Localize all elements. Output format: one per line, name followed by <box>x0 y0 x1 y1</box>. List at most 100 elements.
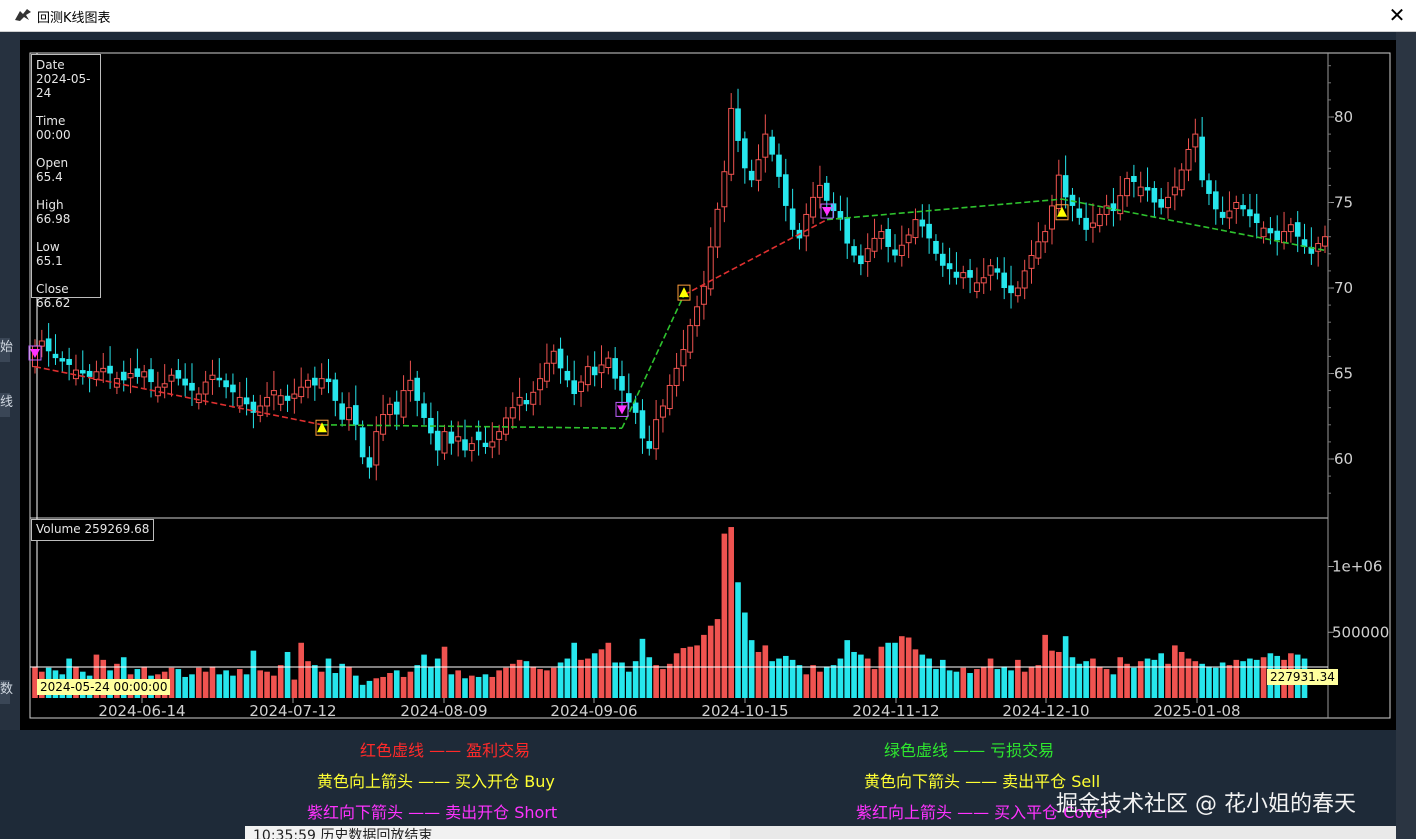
volume-bar-up <box>1124 663 1130 698</box>
volume-bar-up <box>544 670 550 698</box>
volume-bar-up <box>271 675 277 698</box>
volume-bar-down <box>1151 659 1158 698</box>
volume-bar-up <box>264 671 270 698</box>
volume-bar-up <box>1090 658 1096 698</box>
volume-bar-down <box>939 659 946 698</box>
status-bar: 10:35:59 历史数据回放结束 <box>245 826 733 839</box>
volume-bar-down <box>892 642 898 698</box>
high-label: High <box>36 198 64 212</box>
candle-body-up <box>489 441 496 448</box>
volume-bar-down <box>858 654 864 698</box>
candle-body-down <box>591 366 598 376</box>
candle-body-down <box>339 403 345 420</box>
volume-bar-up <box>530 666 537 698</box>
volume-bar-down <box>230 675 236 698</box>
candle-body-down <box>919 219 926 227</box>
candle-body-up <box>509 407 516 419</box>
candle-body-down <box>1158 199 1164 208</box>
volume-bar-up <box>578 659 584 698</box>
volume-bar-up <box>803 674 810 698</box>
volume-bar-up <box>202 671 209 698</box>
candle-body-down <box>182 378 188 386</box>
side-tab-start[interactable]: 始 <box>0 338 13 362</box>
candle-body-down <box>216 377 223 381</box>
volume-bar-up <box>960 667 967 698</box>
candle-body-down <box>120 371 127 381</box>
candle-body-down <box>462 439 468 451</box>
volume-bar-down <box>448 674 455 698</box>
candle-body-up <box>161 383 168 388</box>
volume-bar-up <box>728 527 734 698</box>
candle-body-down <box>1267 228 1274 234</box>
volume-bar-up <box>1056 651 1062 698</box>
volume-bar-down <box>182 676 188 698</box>
candle-body-up <box>605 357 612 369</box>
volume-bar-up <box>1226 665 1233 698</box>
volume-bar-down <box>462 678 468 698</box>
candle-body-up <box>1185 148 1192 171</box>
volume-bar-down <box>919 654 926 698</box>
candle-body-up <box>1042 231 1049 243</box>
volume-bar-up <box>291 679 298 698</box>
volume-bar-down <box>1069 657 1076 698</box>
candle-body-down <box>742 138 748 169</box>
date-tick-label: 2024-12-10 <box>1002 702 1089 720</box>
volume-bar-down <box>933 669 939 698</box>
candle-body-up <box>653 419 660 450</box>
volume-bar-down <box>953 671 960 698</box>
volume-bar-down <box>612 662 618 698</box>
close-button[interactable]: ✕ <box>1378 0 1416 31</box>
candle-body-down <box>366 457 373 468</box>
volume-bar-up <box>714 619 721 698</box>
volume-bar-down <box>1253 659 1260 698</box>
high-value: 66.98 <box>36 212 71 226</box>
candle-body-up <box>195 393 202 404</box>
candle-body-up <box>277 395 284 405</box>
candle-body-down <box>1240 205 1246 210</box>
volume-bar-up <box>912 649 919 698</box>
candle-body-up <box>755 159 762 181</box>
candle-body-down <box>748 170 755 181</box>
volume-bar-up <box>503 667 509 698</box>
side-tab-data[interactable]: 数 <box>0 680 13 704</box>
candle-body-down <box>1206 180 1212 194</box>
price-tick-label: 65 <box>1334 365 1353 383</box>
candle-body-up <box>407 379 414 392</box>
candle-body-down <box>134 368 141 377</box>
price-tick-label: 70 <box>1334 279 1353 297</box>
short-arrow-icon <box>617 405 627 415</box>
volume-bar-up <box>810 665 816 698</box>
candle-body-up <box>1021 270 1028 289</box>
volume-bar-up <box>1096 666 1103 698</box>
candle-body-down <box>448 431 455 444</box>
candle-body-up <box>694 306 701 327</box>
volume-bar-down <box>189 674 195 698</box>
candle-body-up <box>1233 202 1240 209</box>
volume-bar-up <box>1178 651 1185 698</box>
cursor-date-tag: 2024-05-24 00:00:00 <box>37 679 171 695</box>
candle-body-down <box>1274 230 1281 241</box>
candle-body-up <box>550 350 557 364</box>
time-value: 00:00 <box>36 128 71 142</box>
time-label: Time <box>36 114 66 128</box>
side-tab-line[interactable]: 线 <box>0 393 13 417</box>
candle-body-up <box>1165 196 1172 209</box>
candle-body-up <box>980 277 987 284</box>
candle-body-up <box>270 390 277 396</box>
candle-body-down <box>79 370 86 374</box>
candle-body-down <box>352 405 359 425</box>
candle-body-up <box>168 374 175 382</box>
volume-bar-down <box>782 655 789 698</box>
kline-chart[interactable]: 80 75 70 65 60 1e+06 500000 2024-06-14 2024-07-1… <box>20 40 1396 730</box>
volume-bar-down <box>393 670 400 698</box>
legend-red-line: 红色虚线 —— 盈利交易 <box>360 741 531 760</box>
candle-body-up <box>1089 222 1096 228</box>
watermark: 掘金技术社区 @ 花小姐的春天 <box>1056 792 1356 817</box>
volume-bar-up <box>1028 666 1035 698</box>
candle-body-down <box>523 400 530 405</box>
candle-body-up <box>987 265 994 276</box>
candle-body-up <box>455 436 462 442</box>
ohlc-info-box: Date 2024-05-24 Time 00:00 Open 65.4 High 66… <box>31 54 101 310</box>
volume-bar-down <box>994 669 1001 698</box>
volume-bar-up <box>905 637 912 698</box>
